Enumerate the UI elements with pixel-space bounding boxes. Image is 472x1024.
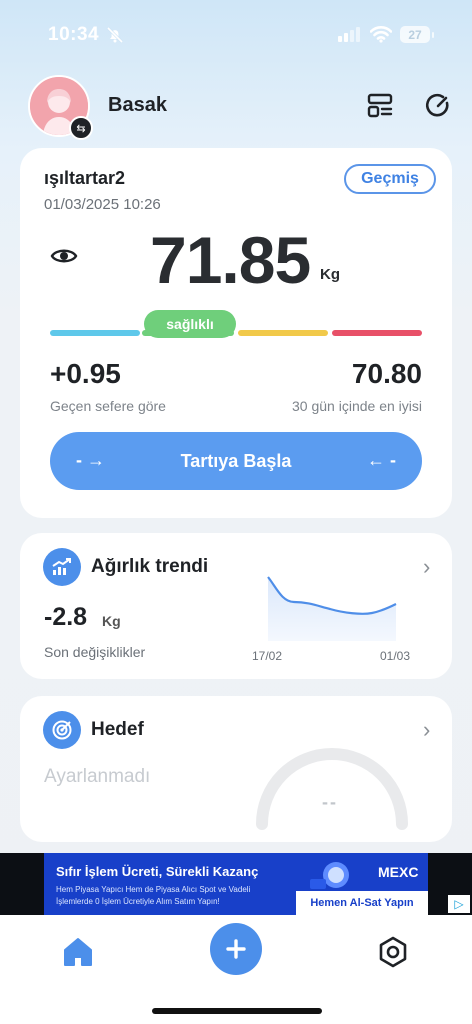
chevron-right-icon: › (423, 717, 431, 742)
trend-sparkline (267, 576, 397, 641)
weight-value: 71.85 (150, 223, 311, 297)
measurement-date: 01/03/2025 10:26 (44, 196, 161, 213)
goal-card[interactable]: Hedef › Ayarlanmadı -- (20, 696, 452, 842)
settings-icon[interactable] (376, 935, 410, 969)
arrow-left-icon: ← - (367, 450, 396, 470)
trend-title: Ağırlık trendi (91, 556, 209, 577)
best-label: 30 gün içinde en iyisi (292, 398, 422, 414)
home-icon[interactable] (61, 935, 95, 969)
scale-card: ışıltartar2 01/03/2025 10:26 Geçmiş 71.8… (20, 148, 452, 518)
goal-title: Hedef (91, 719, 144, 740)
trend-chart-icon (43, 548, 81, 586)
goal-empty-text: Ayarlanmadı (44, 766, 151, 787)
wifi-icon (370, 26, 392, 43)
bell-off-icon (106, 26, 124, 44)
status-badge: sağlıklı (144, 310, 236, 338)
home-indicator (152, 1008, 322, 1014)
chevron-right-icon: › (423, 554, 431, 579)
refresh-icon[interactable] (424, 92, 452, 120)
switch-user-icon[interactable]: ⇆ (69, 116, 93, 140)
bmi-bar-obese (332, 330, 422, 336)
bmi-bar-over (238, 330, 328, 336)
layout-icon[interactable] (366, 92, 394, 120)
delta-value: +0.95 (50, 358, 121, 389)
ad-title: Sıfır İşlem Ücreti, Sürekli Kazanç (56, 864, 259, 879)
ad-line1: Hem Piyasa Yapıcı Hem de Piyasa Alıcı Sp… (56, 885, 251, 894)
history-button[interactable]: Geçmiş (344, 164, 436, 194)
trend-value: -2.8 (44, 603, 88, 631)
target-icon (43, 711, 81, 749)
eye-icon[interactable] (50, 246, 78, 266)
ad-brand: MEXC (378, 864, 419, 880)
signal-icon (338, 27, 360, 42)
goal-gauge-value: -- (322, 792, 338, 812)
plus-icon (226, 939, 246, 959)
device-name: ışıltartar2 (44, 168, 126, 188)
ad-cta-button[interactable]: Hemen Al-Sat Yapın (296, 891, 428, 915)
trend-x-end: 01/03 (380, 649, 411, 663)
bmi-bar-low (50, 330, 140, 336)
weight-unit: Kg (320, 266, 340, 283)
ad-line2: İşlemlerde 0 İşlem Ücretiyle Alım Satım … (56, 897, 220, 906)
username[interactable]: Basak (108, 94, 167, 117)
start-weighing-button[interactable]: - → Tartıya Başla ← - (50, 432, 422, 490)
add-button[interactable] (210, 923, 262, 975)
weight-trend-card[interactable]: Ağırlık trendi › -2.8 Kg Son değişiklikl… (20, 533, 452, 679)
ad-banner[interactable]: Sıfır İşlem Ücreti, Sürekli Kazanç Hem P… (0, 853, 472, 915)
battery-icon: 27 (400, 26, 434, 43)
trend-unit: Kg (102, 613, 121, 629)
best-value: 70.80 (351, 358, 422, 389)
ad-coin-icon (310, 862, 349, 889)
start-weighing-label: Tartıya Başla (180, 450, 292, 471)
ad-choices-icon[interactable]: ▷ (448, 895, 470, 913)
arrow-right-icon: - → (76, 450, 105, 470)
delta-label: Geçen sefere göre (50, 398, 166, 414)
goal-gauge (256, 748, 408, 830)
trend-label: Son değişiklikler (44, 644, 146, 660)
trend-x-start: 17/02 (252, 649, 283, 663)
status-time: 10:34 (48, 24, 100, 45)
